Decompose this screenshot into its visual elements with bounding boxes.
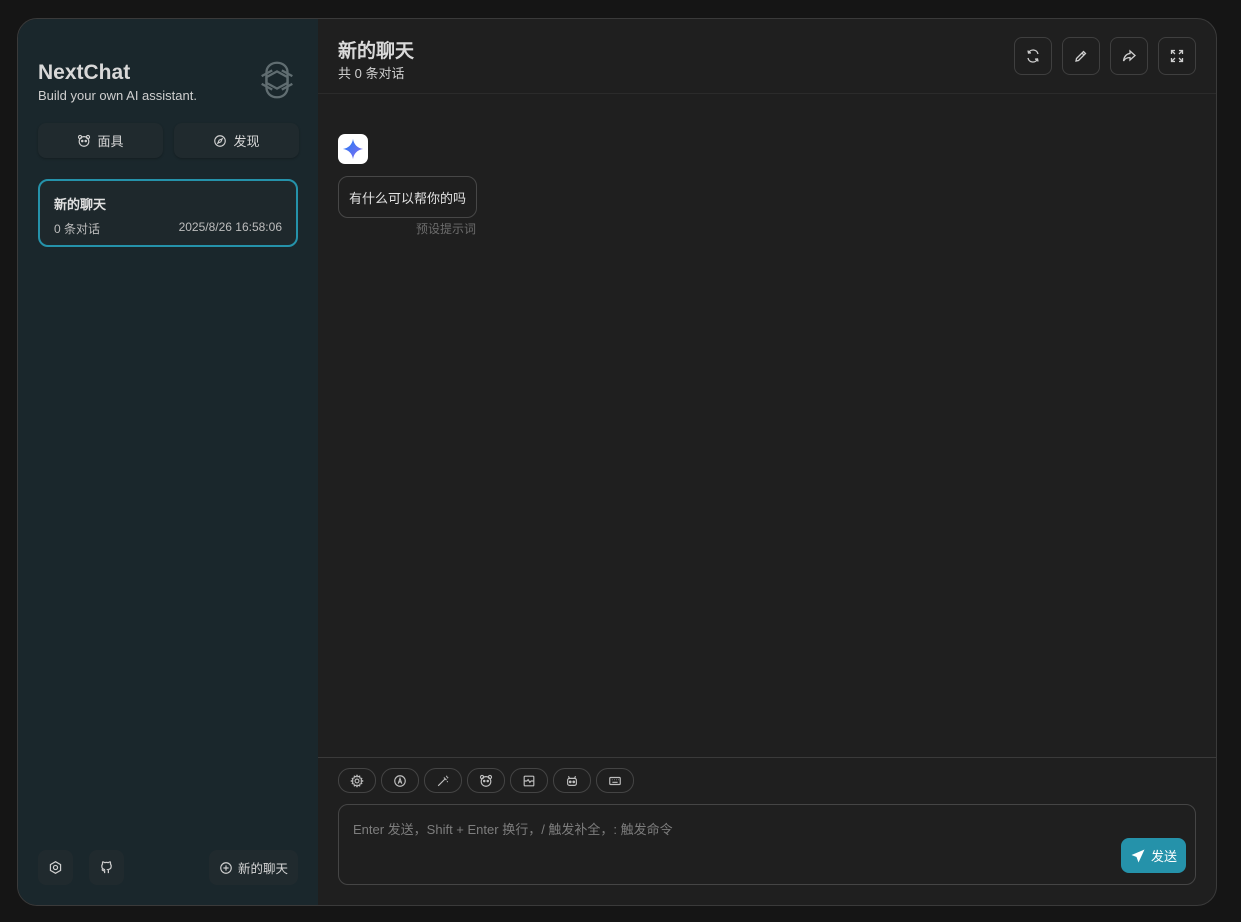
magic-wand-icon <box>437 775 449 786</box>
mask-button[interactable]: 面具 <box>38 123 163 158</box>
refresh-icon <box>1027 49 1039 63</box>
input-panel: Enter 发送，Shift + Enter 换行，/ 触发补全，: 触发命令 … <box>318 757 1216 905</box>
settings-button[interactable] <box>38 850 73 885</box>
brand-subtitle: Build your own AI assistant. <box>38 88 197 103</box>
chat-header: 新的聊天 共 0 条对话 <box>318 19 1216 94</box>
fullscreen-icon <box>1170 49 1184 63</box>
compass-icon <box>214 134 227 147</box>
discover-button[interactable]: 发现 <box>174 123 299 158</box>
mask-icon <box>479 774 493 787</box>
chat-title[interactable]: 新的聊天 <box>338 36 414 63</box>
prompt-tool[interactable] <box>424 768 462 793</box>
mask-tool[interactable] <box>467 768 505 793</box>
chat-list-item[interactable]: 新的聊天 0 条对话 2025/8/26 16:58:06 <box>38 179 298 247</box>
input-placeholder: Enter 发送，Shift + Enter 换行，/ 触发补全，: 触发命令 <box>353 822 673 837</box>
bot-avatar <box>338 134 368 164</box>
sidebar: NextChat Build your own AI assistant. 面具… <box>18 19 318 905</box>
break-icon <box>523 775 535 786</box>
new-chat-button[interactable]: 新的聊天 <box>209 850 298 885</box>
send-button[interactable]: 发送 <box>1121 838 1186 873</box>
settings-icon <box>350 773 364 788</box>
message-bubble: 有什么可以帮你的吗 <box>338 176 478 218</box>
app-window: NextChat Build your own AI assistant. 面具… <box>17 18 1217 906</box>
keyboard-icon <box>609 776 621 785</box>
model-tool[interactable] <box>553 768 591 793</box>
chat-item-title: 新的聊天 <box>54 197 107 212</box>
send-icon <box>1131 849 1145 862</box>
mask-label: 面具 <box>97 134 124 149</box>
new-chat-label: 新的聊天 <box>237 862 288 876</box>
edit-icon <box>1075 50 1087 62</box>
theme-tool[interactable] <box>381 768 419 793</box>
mask-icon <box>78 134 91 147</box>
share-icon <box>1122 49 1136 62</box>
chat-main: 新的聊天 共 0 条对话 有什么可以帮你的吗 预设提示词 Enter 发送，Sh… <box>318 19 1216 905</box>
github-button[interactable] <box>89 850 124 885</box>
fullscreen-button[interactable] <box>1158 37 1196 75</box>
brand-title: NextChat <box>38 61 131 84</box>
message-input[interactable]: Enter 发送，Shift + Enter 换行，/ 触发补全，: 触发命令 … <box>338 804 1196 885</box>
chat-item-count: 0 条对话 <box>54 222 101 236</box>
chat-item-time: 2025/8/26 16:58:06 <box>178 220 282 234</box>
settings-icon <box>49 860 62 875</box>
gemini-sparkle-icon <box>342 138 364 160</box>
auto-theme-icon <box>394 774 406 787</box>
github-icon <box>101 861 112 874</box>
openai-logo-icon <box>261 61 293 99</box>
shortcut-tool[interactable] <box>596 768 634 793</box>
send-label: 发送 <box>1150 849 1177 864</box>
robot-icon <box>567 775 577 786</box>
share-button[interactable] <box>1110 37 1148 75</box>
edit-button[interactable] <box>1062 37 1100 75</box>
toolbar <box>338 768 634 793</box>
refresh-button[interactable] <box>1014 37 1052 75</box>
message-note: 预设提示词 <box>416 222 477 236</box>
clear-context-tool[interactable] <box>510 768 548 793</box>
discover-label: 发现 <box>233 134 260 149</box>
add-icon <box>220 861 232 874</box>
chat-subtitle: 共 0 条对话 <box>338 66 405 81</box>
chat-settings-tool[interactable] <box>338 768 376 793</box>
